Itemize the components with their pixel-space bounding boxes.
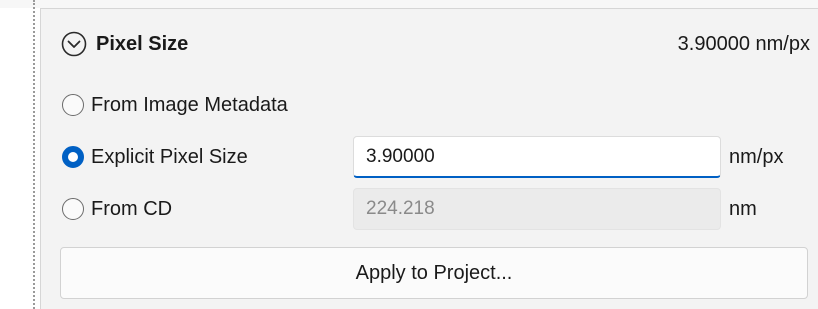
option-row-explicit-pixel-size[interactable]: Explicit Pixel Size 3.90000 nm/px (41, 132, 818, 184)
option-label-from-cd[interactable]: From CD (91, 195, 172, 223)
from-cd-input: 224.218 (353, 188, 721, 230)
panel-splitter[interactable] (33, 0, 35, 309)
option-label-image-metadata[interactable]: From Image Metadata (91, 91, 288, 119)
radio-explicit-pixel-size[interactable] (62, 146, 84, 168)
pixel-size-panel: Pixel Size 3.90000 nm/px From Image Meta… (40, 8, 818, 309)
option-row-from-cd[interactable]: From CD 224.218 nm (41, 184, 818, 236)
chevron-circle-down-icon[interactable] (61, 31, 87, 57)
radio-from-cd[interactable] (62, 198, 84, 220)
apply-to-project-button[interactable]: Apply to Project... (60, 247, 808, 299)
option-row-image-metadata[interactable]: From Image Metadata (41, 80, 818, 132)
from-cd-unit: nm (729, 198, 757, 220)
top-strip (0, 0, 818, 8)
pixel-size-current-value: 3.90000 nm/px (677, 33, 810, 55)
explicit-pixel-size-input[interactable]: 3.90000 (353, 136, 721, 178)
pixel-size-header[interactable]: Pixel Size 3.90000 nm/px (41, 9, 818, 79)
explicit-pixel-size-unit: nm/px (729, 146, 784, 168)
radio-from-image-metadata[interactable] (62, 94, 84, 116)
pixel-size-title: Pixel Size (96, 33, 189, 55)
option-label-explicit-pixel-size[interactable]: Explicit Pixel Size (91, 143, 248, 171)
